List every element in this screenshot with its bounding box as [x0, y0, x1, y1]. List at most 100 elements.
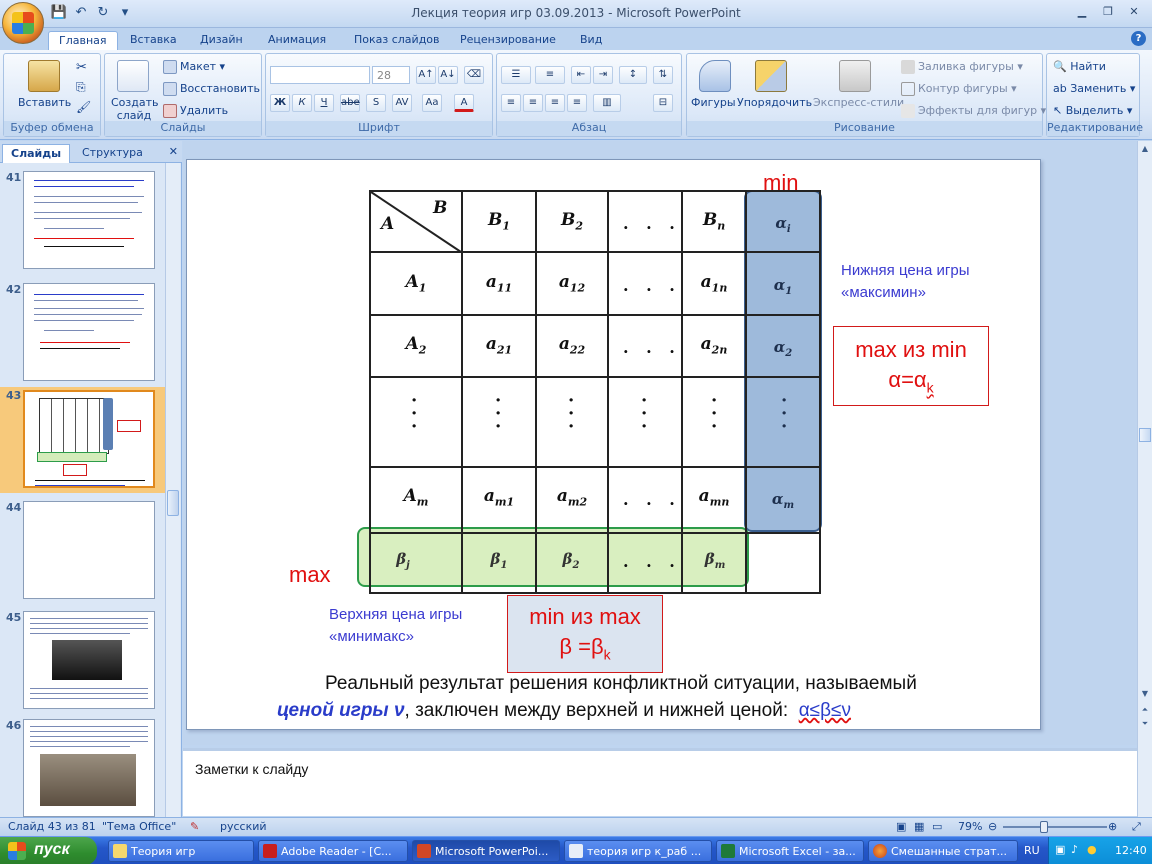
line-spacing-icon[interactable]: ↕	[619, 66, 647, 84]
minimize-icon[interactable]: ▁	[1070, 3, 1094, 21]
underline-button[interactable]: Ч	[314, 94, 334, 112]
zoom-level[interactable]: 79%	[958, 820, 982, 833]
font-name-input[interactable]	[270, 66, 370, 84]
shape-effects-button[interactable]: Эффекты для фигур ▾	[901, 104, 1046, 118]
new-slide-button[interactable]: Создать слайд	[111, 96, 159, 122]
slide-canvas[interactable]: A B B1 B2 . . . Bn A1 a11 a12 . . . a1n …	[186, 159, 1041, 730]
font-color-button[interactable]: A	[454, 94, 474, 112]
char-spacing-button[interactable]: AV	[392, 94, 412, 112]
slide-thumbnail-46[interactable]: 46	[0, 717, 166, 817]
bullets-icon[interactable]: ☰	[501, 66, 531, 84]
slide-thumbnail-42[interactable]: 42	[0, 281, 166, 385]
replace-button[interactable]: ab Заменить ▾	[1053, 82, 1135, 95]
tab-home[interactable]: Главная	[48, 31, 118, 50]
tab-slideshow[interactable]: Показ слайдов	[344, 31, 450, 50]
clock[interactable]: 12:40	[1115, 844, 1147, 857]
minmax-box[interactable]: min из max β =βk	[507, 595, 663, 673]
language-indicator[interactable]: русский	[220, 820, 267, 833]
zoom-in-icon[interactable]: ⊕	[1108, 820, 1117, 833]
tab-animation[interactable]: Анимация	[258, 31, 336, 50]
reset-button[interactable]: Восстановить	[163, 82, 260, 96]
find-button[interactable]: 🔍 Найти	[1053, 60, 1106, 73]
shapes-button[interactable]: Фигуры	[691, 96, 736, 109]
tab-slides[interactable]: Слайды	[2, 144, 71, 163]
change-case-button[interactable]: Aa	[422, 94, 442, 112]
zoom-slider-track[interactable]	[1003, 826, 1107, 828]
task-adobe[interactable]: Adobe Reader - [С...	[258, 840, 408, 862]
delete-slide-button[interactable]: Удалить	[163, 104, 228, 118]
prev-slide-icon[interactable]: ⏶	[1139, 703, 1151, 717]
select-button[interactable]: ↖ Выделить ▾	[1053, 104, 1132, 117]
tray-security-icon[interactable]: ●	[1087, 843, 1097, 856]
numbering-icon[interactable]: ≡	[535, 66, 565, 84]
help-icon[interactable]: ?	[1131, 31, 1146, 46]
shrink-font-icon[interactable]: A↓	[438, 66, 458, 84]
tab-outline[interactable]: Структура	[74, 144, 151, 163]
maxmin-box[interactable]: max из min α=αk	[833, 326, 989, 406]
slideshow-icon[interactable]: ▭	[932, 820, 942, 833]
clear-format-icon[interactable]: ⌫	[464, 66, 484, 84]
arrange-button[interactable]: Упорядочить	[737, 96, 812, 109]
slide-thumbnail-45[interactable]: 45	[0, 609, 166, 713]
align-text-icon[interactable]: ⊟	[653, 94, 673, 112]
justify-icon[interactable]: ≡	[567, 94, 587, 112]
zoom-out-icon[interactable]: ⊖	[988, 820, 997, 833]
notes-placeholder[interactable]: Заметки к слайду	[195, 761, 308, 777]
strikethrough-button[interactable]: abe	[340, 94, 360, 112]
tab-insert[interactable]: Вставка	[120, 31, 187, 50]
bold-button[interactable]: Ж	[270, 94, 290, 112]
align-center-icon[interactable]: ≡	[523, 94, 543, 112]
upper-price-text[interactable]: Верхняя цена игры «минимакс»	[329, 604, 462, 648]
fit-slide-icon[interactable]: ⤢	[1132, 820, 1141, 834]
close-icon[interactable]: ✕	[1122, 3, 1146, 21]
slides-pane-scroll-thumb[interactable]	[167, 490, 179, 516]
shadow-button[interactable]: S	[366, 94, 386, 112]
tray-volume-icon[interactable]: ♪	[1071, 843, 1078, 856]
align-right-icon[interactable]: ≡	[545, 94, 565, 112]
main-vertical-scrollbar[interactable]: ▲ ▼ ⏶ ⏷	[1137, 141, 1152, 817]
layout-button[interactable]: Макет ▾	[163, 60, 225, 74]
italic-button[interactable]: К	[292, 94, 312, 112]
notes-pane[interactable]: Заметки к слайду	[183, 748, 1137, 816]
spellcheck-icon[interactable]: ✎	[190, 820, 199, 833]
zoom-slider-knob[interactable]	[1040, 821, 1048, 833]
office-button[interactable]	[2, 2, 44, 44]
grow-font-icon[interactable]: A↑	[416, 66, 436, 84]
lower-price-text[interactable]: Нижняя цена игры «максимин»	[841, 260, 969, 304]
increase-indent-icon[interactable]: ⇥	[593, 66, 613, 84]
normal-view-icon[interactable]: ▣	[896, 820, 906, 833]
tray-network-icon[interactable]: ▣	[1055, 843, 1065, 856]
format-painter-icon[interactable]: 🖌	[76, 100, 91, 114]
max-label[interactable]: max	[289, 562, 331, 588]
align-left-icon[interactable]: ≡	[501, 94, 521, 112]
shape-outline-button[interactable]: Контур фигуры ▾	[901, 82, 1017, 96]
scroll-down-icon[interactable]: ▼	[1139, 687, 1151, 701]
copy-icon[interactable]: ⎘	[76, 80, 86, 95]
task-excel[interactable]: Microsoft Excel - за...	[716, 840, 864, 862]
min-label[interactable]: min	[763, 170, 798, 196]
quick-styles-button[interactable]: Экспресс-стили	[813, 96, 904, 109]
text-direction-icon[interactable]: ⇅	[653, 66, 673, 84]
slide-caption[interactable]: Реальный результат решения конфликтной с…	[277, 670, 987, 724]
task-word[interactable]: теория игр к_раб ...	[564, 840, 712, 862]
slide-thumbnail-43[interactable]: 43	[0, 387, 166, 493]
tab-review[interactable]: Рецензирование	[450, 31, 566, 50]
close-pane-icon[interactable]: ✕	[169, 145, 178, 158]
cut-icon[interactable]: ✂	[76, 60, 87, 75]
paste-button[interactable]: Вставить	[18, 96, 71, 109]
slide-sorter-icon[interactable]: ▦	[914, 820, 924, 833]
task-powerpoint[interactable]: Microsoft PowerPoi...	[412, 840, 560, 862]
start-button[interactable]: пуск	[0, 837, 97, 864]
decrease-indent-icon[interactable]: ⇤	[571, 66, 591, 84]
shape-fill-button[interactable]: Заливка фигуры ▾	[901, 60, 1023, 74]
task-firefox[interactable]: Смешанные страт...	[868, 840, 1018, 862]
slide-thumbnail-44[interactable]: 44	[0, 499, 166, 603]
task-folder[interactable]: Теория игр	[108, 840, 254, 862]
language-bar[interactable]: RU	[1024, 844, 1040, 857]
tab-design[interactable]: Дизайн	[190, 31, 253, 50]
font-size-input[interactable]: 28	[372, 66, 410, 84]
main-scroll-thumb[interactable]	[1139, 428, 1151, 442]
columns-icon[interactable]: ▥	[593, 94, 621, 112]
slide-thumbnail-41[interactable]: 41	[0, 169, 166, 273]
scroll-up-icon[interactable]: ▲	[1139, 142, 1151, 156]
